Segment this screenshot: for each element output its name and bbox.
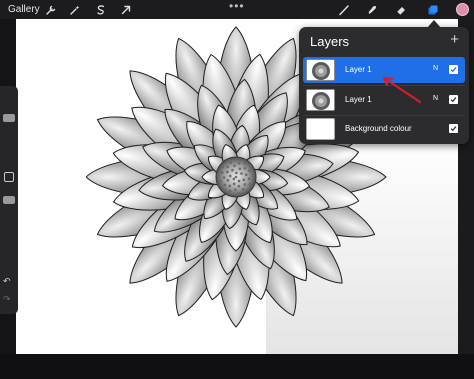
flower-seed (251, 174, 255, 177)
flower-seed (248, 169, 251, 173)
flower-seed (234, 175, 238, 179)
eraser-icon[interactable] (393, 2, 408, 17)
flower-seed (240, 172, 243, 175)
flower-seed (228, 184, 232, 188)
flower-seed (223, 188, 226, 191)
flower-seed (237, 179, 241, 183)
top-toolbar: Gallery ••• (0, 0, 474, 19)
flower-seed (234, 158, 238, 161)
flower-seed (247, 177, 251, 181)
flower-seed (226, 179, 230, 182)
left-sidebar: ↶ ↷ (0, 86, 18, 314)
visibility-checkbox[interactable] (449, 95, 458, 104)
flower-seed (242, 178, 246, 182)
flower-seed (246, 188, 250, 192)
flower-seed (228, 189, 232, 193)
blend-mode-button[interactable]: N (433, 95, 438, 102)
flower-seed (237, 162, 241, 165)
flower-seed (216, 174, 220, 177)
transform-arrow-icon[interactable] (118, 2, 133, 17)
undo-icon[interactable]: ↶ (3, 276, 11, 287)
layer-thumbnail (306, 89, 335, 111)
wrench-icon[interactable] (43, 2, 58, 17)
background-swatch (306, 118, 335, 140)
opacity-slider[interactable] (3, 196, 15, 204)
gallery-button[interactable]: Gallery (8, 4, 40, 15)
flower-seed (249, 164, 252, 168)
flower-seed (219, 179, 222, 183)
flower-seed (237, 184, 241, 188)
layers-title: Layers (310, 34, 350, 49)
visibility-checkbox[interactable] (449, 124, 458, 133)
flower-seed (223, 183, 227, 187)
brush-size-slider[interactable] (3, 114, 15, 122)
magic-wand-icon[interactable] (67, 2, 82, 17)
flower-seed (243, 162, 246, 165)
annotation-arrow-icon (382, 76, 422, 104)
flower-seed (231, 168, 234, 172)
flower-seed (222, 176, 226, 179)
flower-seed (232, 182, 236, 186)
layer-row[interactable]: Background colour (303, 116, 465, 142)
modify-button[interactable] (4, 172, 14, 182)
redo-icon[interactable]: ↷ (3, 294, 11, 305)
flower-seed (228, 174, 232, 178)
blend-mode-button[interactable]: N (433, 65, 438, 72)
brush-icon[interactable] (336, 2, 351, 17)
visibility-checkbox[interactable] (449, 65, 458, 74)
flower-seed (241, 188, 245, 191)
flower-seed (234, 188, 237, 191)
flower-seed (248, 182, 252, 186)
layer-name: Background colour (345, 124, 412, 133)
color-picker-swatch[interactable] (456, 3, 469, 16)
flower-seed (226, 170, 229, 174)
flower-seed (235, 171, 238, 175)
flower-seed (238, 167, 242, 170)
more-menu[interactable]: ••• (229, 0, 245, 13)
layer-name: Layer 1 (345, 65, 372, 74)
layers-icon[interactable] (425, 2, 440, 17)
selection-icon[interactable] (93, 2, 108, 17)
flower-seed (229, 161, 233, 164)
smudge-icon[interactable] (364, 2, 379, 17)
flower-seed (243, 183, 247, 186)
flower-seed (226, 165, 229, 169)
flower-seed (237, 191, 241, 195)
add-layer-button[interactable]: + (450, 31, 459, 48)
flower-seed (233, 164, 236, 168)
flower-seed (221, 165, 225, 169)
procreate-app: Gallery ••• ↶ ↷ Layers + Layer 1 N Layer… (0, 0, 474, 379)
layer-name: Layer 1 (345, 95, 372, 104)
bottom-bar (0, 354, 474, 379)
layer-thumbnail (306, 59, 335, 81)
flower-seed (232, 177, 236, 181)
flower-seed (220, 171, 224, 174)
flower-seed (244, 173, 248, 177)
flower-seed (243, 167, 246, 170)
